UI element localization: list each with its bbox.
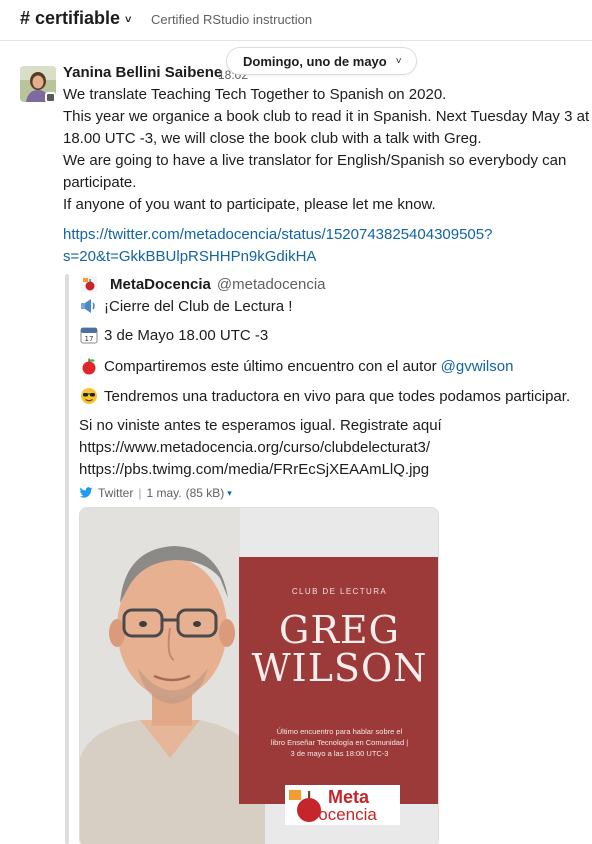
attachment-line: 17 3 de Mayo 18.00 UTC -3 xyxy=(79,325,268,345)
presence-status-icon xyxy=(45,92,56,103)
message-text-line: 18.00 UTC -3, we will close the book clu… xyxy=(63,130,482,147)
channel-header: # certifiable ˅ Certified RStudio instru… xyxy=(0,0,592,41)
speaker-icon xyxy=(79,296,99,316)
channel-topic: Certified RStudio instruction xyxy=(151,12,313,27)
registration-link[interactable]: https://www.metadocencia.org/curso/clubd… xyxy=(79,439,430,456)
attachment-line: ¡Cierre del Club de Lectura ! xyxy=(79,296,292,316)
poster-club-label: CLUB DE LECTURA xyxy=(291,587,388,596)
date-divider-button[interactable]: Domingo, uno de mayo ˅ xyxy=(226,47,417,75)
message-author[interactable]: Yanina Bellini Saibene xyxy=(63,64,222,81)
metadocencia-logo-icon xyxy=(79,274,99,294)
footer-separator: | xyxy=(138,486,142,500)
footer-service: Twitter xyxy=(98,486,134,500)
chevron-down-icon: ˅ xyxy=(395,55,402,67)
attachment-source[interactable]: MetaDocencia @metadocencia xyxy=(79,274,326,294)
attachment-source-name: MetaDocencia xyxy=(110,275,211,293)
svg-text:17: 17 xyxy=(85,335,94,343)
tweet-link[interactable]: https://twitter.com/metadocencia/status/… xyxy=(63,226,492,243)
poster-panel: CLUB DE LECTURA GREG WILSON Último encue… xyxy=(239,557,438,804)
calendar-icon: 17 xyxy=(79,325,99,345)
chevron-down-icon: ˅ xyxy=(125,13,132,26)
attachment-bar xyxy=(65,274,69,844)
footer-size: (85 kB) xyxy=(185,486,225,500)
attachment-text: Tendremos una traductora en vivo para qu… xyxy=(104,387,571,405)
attachment-text: Compartiremos este último encuentro con … xyxy=(104,357,437,375)
channel-name: # certifiable xyxy=(20,8,121,28)
attachment-closing-text: Si no viniste antes te esperamos igual. … xyxy=(79,417,442,434)
attachment-line: Tendremos una traductora en vivo para qu… xyxy=(79,386,570,406)
image-link[interactable]: https://pbs.twimg.com/media/FRrEcSjXEAAm… xyxy=(79,461,429,478)
logo-docencia-text: Docencia xyxy=(306,805,377,824)
poster-name-first: GREG xyxy=(278,608,401,652)
sunglasses-icon xyxy=(79,386,99,406)
attachment-footer: Twitter | 1 may. (85 kB) ▾ xyxy=(79,486,232,500)
footer-date: 1 may. xyxy=(146,486,182,500)
metadocencia-logo: Meta Docencia xyxy=(285,785,400,825)
apple-icon xyxy=(79,356,99,376)
attachment-image[interactable]: CLUB DE LECTURA GREG WILSON Último encue… xyxy=(79,507,439,844)
message-text-line: If anyone of you want to participate, pl… xyxy=(63,196,436,213)
message-text-line: We are going to have a live translator f… xyxy=(63,152,567,169)
attachment-text: 3 de Mayo 18.00 UTC -3 xyxy=(104,326,269,344)
attachment-text: ¡Cierre del Club de Lectura ! xyxy=(104,297,293,315)
twitter-icon xyxy=(79,487,93,499)
tweet-link-continued[interactable]: s=20&t=GkkBBUlpRSHHPn9kGdikHA xyxy=(63,248,316,265)
mention-link[interactable]: @gvwilson xyxy=(441,358,514,375)
poster-description: Último encuentro para hablar sobre el li… xyxy=(270,727,409,758)
attachment-source-handle: @metadocencia xyxy=(216,275,326,293)
message-text-line: participate. xyxy=(63,174,137,191)
poster-name-last: WILSON xyxy=(251,646,428,690)
attachment-line: Compartiremos este último encuentro con … xyxy=(79,356,513,376)
date-divider-label: Domingo, uno de mayo xyxy=(243,53,387,69)
message-text-line: This year we organice a book club to rea… xyxy=(63,108,590,125)
caret-down-icon[interactable]: ▾ xyxy=(227,488,232,499)
message-text-line: We translate Teaching Tech Together to S… xyxy=(63,86,447,103)
channel-name-button[interactable]: # certifiable ˅ xyxy=(20,8,131,29)
